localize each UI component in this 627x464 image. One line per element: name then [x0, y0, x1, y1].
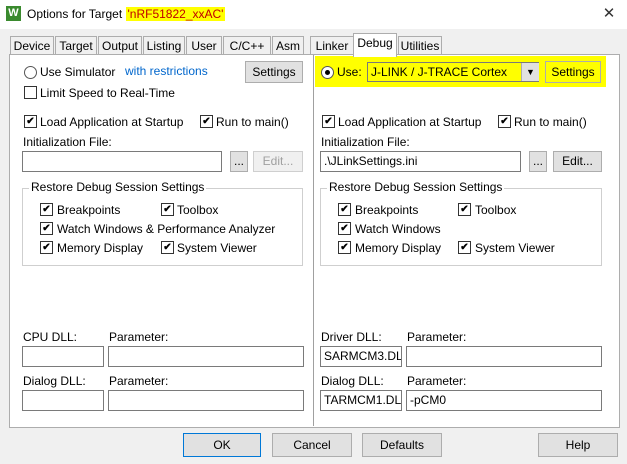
panel-divider-highlight [314, 55, 315, 426]
debugger-select-value: J-LINK / J-TRACE Cortex [368, 63, 525, 81]
tab-linker[interactable]: Linker [310, 36, 354, 56]
use-simulator-radio[interactable] [24, 66, 37, 79]
app-icon: W [6, 6, 21, 21]
left-dialog-param-label: Parameter: [109, 374, 169, 388]
tab-cpp[interactable]: C/C++ [223, 36, 271, 56]
left-watch-checkbox[interactable]: ✔ [40, 222, 53, 235]
right-dialog-dll-input[interactable]: TARMCM1.DLL [320, 390, 402, 411]
right-load-app-label: Load Application at Startup [338, 115, 482, 129]
right-breakpoints-label: Breakpoints [355, 203, 419, 217]
right-toolbox-checkbox[interactable]: ✔ [458, 203, 471, 216]
right-load-app-checkbox[interactable]: ✔ [322, 115, 335, 128]
defaults-button[interactable]: Defaults [362, 433, 442, 457]
tab-debug[interactable]: Debug [353, 33, 397, 57]
ok-button[interactable]: OK [183, 433, 261, 457]
left-run-to-main-checkbox[interactable]: ✔ [200, 115, 213, 128]
right-init-file-input[interactable]: .\JLinkSettings.ini [320, 151, 521, 172]
left-run-to-main-label: Run to main() [216, 115, 289, 129]
driver-param-input[interactable] [406, 346, 602, 367]
cpu-param-input[interactable] [108, 346, 304, 367]
right-watch-checkbox[interactable]: ✔ [338, 222, 351, 235]
cpu-dll-input[interactable] [22, 346, 104, 367]
cancel-button[interactable]: Cancel [272, 433, 352, 457]
close-icon[interactable]: ✕ [598, 3, 620, 25]
right-toolbox-label: Toolbox [475, 203, 517, 217]
right-restore-title: Restore Debug Session Settings [327, 180, 505, 194]
cpu-param-label: Parameter: [109, 330, 169, 344]
tab-utilities[interactable]: Utilities [398, 36, 442, 56]
left-breakpoints-label: Breakpoints [57, 203, 121, 217]
right-dialog-dll-label: Dialog DLL: [321, 374, 384, 388]
left-load-app-label: Load Application at Startup [40, 115, 184, 129]
window-title-target: 'nRF51822_xxAC' [125, 7, 226, 21]
left-init-file-input[interactable] [22, 151, 222, 172]
left-dialog-dll-input[interactable] [22, 390, 104, 411]
window-title: Options for Target 'nRF51822_xxAC' [27, 7, 226, 21]
debugger-select[interactable]: J-LINK / J-TRACE Cortex ▼ [367, 62, 539, 82]
tab-listing[interactable]: Listing [143, 36, 185, 56]
left-sysviewer-label: System Viewer [177, 241, 257, 255]
right-dialog-param-input[interactable]: -pCM0 [406, 390, 602, 411]
left-memory-label: Memory Display [57, 241, 144, 255]
right-memory-label: Memory Display [355, 241, 442, 255]
left-toolbox-label: Toolbox [177, 203, 219, 217]
left-edit-button[interactable]: Edit... [253, 151, 303, 172]
window-title-prefix: Options for Target [27, 7, 126, 21]
left-watch-label: Watch Windows & Performance Analyzer [57, 222, 276, 236]
right-sysviewer-checkbox[interactable]: ✔ [458, 241, 471, 254]
use-debugger-radio[interactable] [321, 66, 334, 79]
left-sysviewer-checkbox[interactable]: ✔ [161, 241, 174, 254]
limit-speed-checkbox[interactable] [24, 86, 37, 99]
right-watch-label: Watch Windows [355, 222, 441, 236]
chevron-down-icon[interactable]: ▼ [521, 63, 539, 81]
right-dialog-param-label: Parameter: [407, 374, 467, 388]
driver-dll-input[interactable]: SARMCM3.DLL [320, 346, 402, 367]
left-dialog-dll-label: Dialog DLL: [23, 374, 86, 388]
tab-device[interactable]: Device [10, 36, 54, 56]
limit-speed-label: Limit Speed to Real-Time [40, 86, 175, 100]
right-init-file-label: Initialization File: [321, 135, 410, 149]
simulator-settings-button[interactable]: Settings [245, 61, 303, 83]
right-breakpoints-checkbox[interactable]: ✔ [338, 203, 351, 216]
use-simulator-label: Use Simulator [40, 65, 116, 79]
help-button[interactable]: Help [538, 433, 618, 457]
left-dialog-param-input[interactable] [108, 390, 304, 411]
left-memory-checkbox[interactable]: ✔ [40, 241, 53, 254]
tab-output[interactable]: Output [98, 36, 142, 56]
tab-user[interactable]: User [186, 36, 222, 56]
right-sysviewer-label: System Viewer [475, 241, 555, 255]
cpu-dll-label: CPU DLL: [23, 330, 78, 344]
driver-param-label: Parameter: [407, 330, 467, 344]
left-browse-button[interactable]: ... [230, 151, 248, 172]
right-memory-checkbox[interactable]: ✔ [338, 241, 351, 254]
tab-asm[interactable]: Asm [272, 36, 304, 56]
tab-target[interactable]: Target [55, 36, 97, 56]
debugger-settings-button[interactable]: Settings [545, 61, 601, 83]
use-label: Use: [337, 65, 362, 79]
right-browse-button[interactable]: ... [529, 151, 547, 172]
driver-dll-label: Driver DLL: [321, 330, 382, 344]
right-edit-button[interactable]: Edit... [553, 151, 602, 172]
left-breakpoints-checkbox[interactable]: ✔ [40, 203, 53, 216]
right-run-to-main-checkbox[interactable]: ✔ [498, 115, 511, 128]
right-run-to-main-label: Run to main() [514, 115, 587, 129]
left-restore-title: Restore Debug Session Settings [29, 180, 207, 194]
left-toolbox-checkbox[interactable]: ✔ [161, 203, 174, 216]
with-restrictions-link[interactable]: with restrictions [125, 64, 208, 78]
left-load-app-checkbox[interactable]: ✔ [24, 115, 37, 128]
left-init-file-label: Initialization File: [23, 135, 112, 149]
